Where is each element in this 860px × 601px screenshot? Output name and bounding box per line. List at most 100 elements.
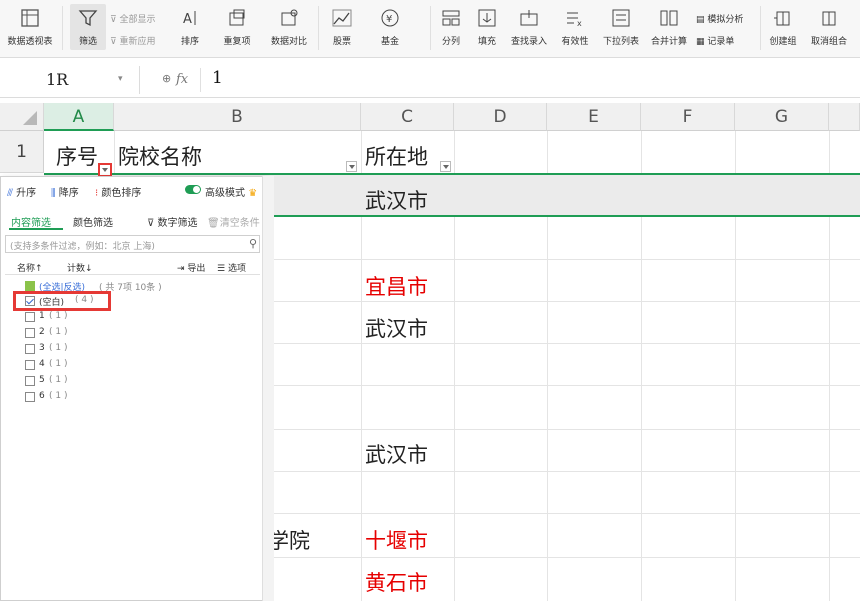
whatif-button[interactable]: ▤ 模拟分析 bbox=[696, 12, 743, 25]
item-6-label[interactable]: 6 bbox=[39, 391, 45, 401]
column-header-e[interactable]: E bbox=[547, 103, 641, 131]
filter-dropdown-a[interactable] bbox=[98, 163, 112, 177]
fund-button[interactable]: ¥ 基金 bbox=[368, 0, 412, 58]
cell-c2[interactable]: 武汉市 bbox=[365, 185, 428, 215]
number-filter-button[interactable]: ⊽ 数字筛选 bbox=[147, 214, 198, 229]
item-1-count: ( 1 ) bbox=[49, 311, 68, 321]
item-1-checkbox[interactable] bbox=[25, 312, 35, 322]
consolidate-icon bbox=[660, 10, 678, 26]
search-icon[interactable]: ⚲ bbox=[249, 237, 257, 250]
cell-b1[interactable]: 院校名称 bbox=[118, 141, 202, 171]
item-5-label[interactable]: 5 bbox=[39, 375, 45, 385]
item-5-count: ( 1 ) bbox=[49, 375, 68, 385]
filter-button[interactable]: 筛选 bbox=[70, 0, 106, 58]
item-4-count: ( 1 ) bbox=[49, 359, 68, 369]
cell-c4[interactable]: 宜昌市 bbox=[365, 271, 428, 301]
create-group-label: 创建组 bbox=[769, 37, 797, 47]
blank-checkbox[interactable] bbox=[25, 296, 35, 306]
filter-list-header: 名称↑ 计数↓ ⇥ 导出 ☰ 选项 bbox=[5, 259, 260, 275]
compare-label: 数据对比 bbox=[270, 37, 307, 47]
fill-button[interactable]: 填充 bbox=[470, 0, 504, 58]
item-4-label[interactable]: 4 bbox=[39, 359, 45, 369]
filter-search-input[interactable]: (支持多条件过滤，例如：北京 上海) bbox=[5, 235, 260, 253]
sort-by-name-button[interactable]: 名称↑ bbox=[17, 261, 43, 274]
svg-text:x: x bbox=[577, 19, 582, 28]
cell-c8[interactable]: 武汉市 bbox=[365, 439, 428, 469]
dropdown-list-button[interactable]: 下拉列表 bbox=[598, 0, 644, 58]
cell-c1[interactable]: 所在地 bbox=[365, 141, 428, 171]
pivot-table-label: 数据透视表 bbox=[7, 37, 53, 47]
column-header-c[interactable]: C bbox=[361, 103, 454, 131]
crown-icon: ♛ bbox=[248, 188, 258, 199]
item-2-label[interactable]: 2 bbox=[39, 327, 45, 337]
item-2-checkbox[interactable] bbox=[25, 328, 35, 338]
item-6-checkbox[interactable] bbox=[25, 392, 35, 402]
split-column-button[interactable]: 分列 bbox=[436, 0, 466, 58]
sort-button[interactable]: A 排序 bbox=[174, 0, 206, 58]
options-button[interactable]: ☰ 选项 bbox=[217, 261, 246, 274]
zoom-search-icon[interactable]: ⊕ bbox=[162, 72, 171, 85]
menu-icon: ☰ bbox=[217, 264, 228, 274]
clear-conditions-button[interactable]: 🗑清空条件 bbox=[207, 214, 260, 229]
show-all-button[interactable]: ⊽ 全部显示 bbox=[110, 12, 155, 25]
stock-button[interactable]: 股票 bbox=[322, 0, 362, 58]
ungroup-button[interactable]: 取消组合 bbox=[804, 0, 854, 58]
column-header-h[interactable] bbox=[829, 103, 860, 131]
filter-panel: ⫻ 升序 ⫼ 降序 ⁝ 颜色排序 高级模式 ♛ 内容筛选 颜色筛选 ⊽ 数字筛选… bbox=[0, 176, 264, 601]
svg-text:¥: ¥ bbox=[386, 14, 392, 25]
duplicates-label: 重复项 bbox=[223, 37, 251, 47]
reapply-button[interactable]: ⊽ 重新应用 bbox=[110, 34, 155, 47]
filter-dropdown-c[interactable] bbox=[440, 161, 451, 172]
split-column-icon bbox=[442, 10, 460, 26]
sort-descending-button[interactable]: ⫼ 降序 bbox=[51, 184, 79, 199]
column-header-a[interactable]: A bbox=[44, 103, 114, 131]
record-form-button[interactable]: ▦ 记录单 bbox=[696, 34, 734, 47]
cell-c10[interactable]: 十堰市 bbox=[365, 525, 428, 555]
cell-b10[interactable]: 学院 bbox=[268, 525, 310, 555]
sort-by-count-button[interactable]: 计数↓ bbox=[67, 261, 93, 274]
export-button[interactable]: ⇥ 导出 bbox=[177, 261, 205, 274]
sort-ascending-button[interactable]: ⫻ 升序 bbox=[7, 184, 36, 199]
fund-yen-icon: ¥ bbox=[381, 9, 399, 27]
blank-label[interactable]: (空白) bbox=[39, 295, 64, 308]
fill-label: 填充 bbox=[477, 37, 496, 47]
advanced-mode-toggle[interactable] bbox=[185, 185, 201, 194]
pivot-table-icon bbox=[21, 9, 39, 27]
panel-scrollbar[interactable] bbox=[262, 176, 274, 601]
item-1-label[interactable]: 1 bbox=[39, 311, 45, 321]
select-all-checkbox[interactable] bbox=[25, 281, 35, 291]
formula-input[interactable]: 1 bbox=[212, 68, 223, 88]
name-box[interactable]: 1R ▾ bbox=[0, 66, 140, 94]
consolidate-label: 合并计算 bbox=[650, 37, 687, 47]
tab-content-filter[interactable]: 内容筛选 bbox=[11, 214, 51, 229]
item-3-label[interactable]: 3 bbox=[39, 343, 45, 353]
filter-dropdown-b[interactable] bbox=[346, 161, 357, 172]
lookup-button[interactable]: 查找录入 bbox=[506, 0, 552, 58]
consolidate-button[interactable]: 合并计算 bbox=[646, 0, 692, 58]
cell-a1[interactable]: 序号 bbox=[56, 141, 98, 171]
column-header-g[interactable]: G bbox=[735, 103, 829, 131]
divider bbox=[760, 6, 761, 50]
cell-c11[interactable]: 黄石市 bbox=[365, 567, 428, 597]
validity-button[interactable]: x 有效性 bbox=[554, 0, 596, 58]
column-header-b[interactable]: B bbox=[114, 103, 361, 131]
chevron-down-icon[interactable]: ▾ bbox=[118, 74, 123, 84]
blank-count: ( 4 ) bbox=[75, 295, 94, 305]
column-header-d[interactable]: D bbox=[454, 103, 547, 131]
fx-icon[interactable]: fx bbox=[176, 72, 188, 87]
item-3-checkbox[interactable] bbox=[25, 344, 35, 354]
compare-button[interactable]: 数据对比 bbox=[262, 0, 316, 58]
sort-icon: A bbox=[183, 11, 196, 27]
item-5-checkbox[interactable] bbox=[25, 376, 35, 386]
tab-color-filter[interactable]: 颜色筛选 bbox=[73, 214, 113, 229]
select-all-corner[interactable] bbox=[0, 103, 44, 131]
cell-c5[interactable]: 武汉市 bbox=[365, 313, 428, 343]
duplicates-button[interactable]: 重复项 bbox=[214, 0, 260, 58]
create-group-button[interactable]: 创建组 bbox=[764, 0, 802, 58]
column-header-f[interactable]: F bbox=[641, 103, 735, 131]
row-header-1[interactable]: 1 bbox=[0, 131, 44, 173]
validity-icon: x bbox=[567, 12, 582, 28]
pivot-table-button[interactable]: 数据透视表 bbox=[2, 0, 58, 58]
color-sort-button[interactable]: ⁝ 颜色排序 bbox=[95, 184, 141, 199]
item-4-checkbox[interactable] bbox=[25, 360, 35, 370]
